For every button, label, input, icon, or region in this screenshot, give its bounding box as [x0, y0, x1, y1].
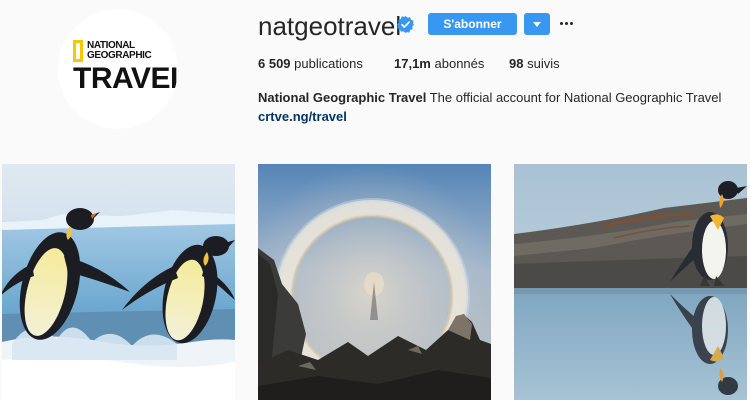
yellow-frame-icon	[73, 40, 83, 62]
suggestions-dropdown-button[interactable]	[524, 13, 550, 35]
logo-line-geographic: GEOGRAPHIC	[87, 50, 152, 61]
chevron-down-icon	[533, 22, 541, 27]
post-thumbnail-glory-halo[interactable]	[258, 164, 491, 400]
profile-description: The official account for National Geogra…	[429, 90, 722, 105]
more-options-button[interactable]	[560, 15, 574, 31]
following-label: suivis	[527, 56, 560, 71]
posts-label: publications	[294, 56, 363, 71]
post-thumbnail-penguins-jumping[interactable]	[2, 164, 235, 400]
follow-button[interactable]: S'abonner	[428, 13, 517, 35]
king-penguin-image	[514, 164, 747, 400]
nat-geo-travel-logo: NATIONAL GEOGRAPHIC TRAVEL	[73, 40, 178, 100]
profile-avatar[interactable]: NATIONAL GEOGRAPHIC TRAVEL	[58, 9, 178, 129]
posts-count: 6 509	[258, 56, 291, 71]
followers-label: abonnés	[434, 56, 485, 71]
profile-full-name: National Geographic Travel	[258, 90, 427, 105]
glory-halo-image	[258, 164, 491, 400]
posts-stat: 6 509 publications	[258, 56, 363, 72]
following-count: 98	[509, 56, 524, 71]
followers-count: 17,1m	[394, 56, 431, 71]
following-stat[interactable]: 98 suivis	[509, 56, 560, 72]
more-dots-icon	[560, 22, 563, 25]
profile-website-link[interactable]: crtve.ng/travel	[258, 109, 347, 125]
logo-line-travel: TRAVEL	[73, 62, 178, 95]
profile-bio: National Geographic Travel The official …	[258, 90, 721, 106]
profile-username: natgeotravel	[258, 11, 402, 41]
penguins-jumping-image	[2, 164, 235, 400]
followers-stat[interactable]: 17,1m abonnés	[394, 56, 484, 72]
verified-badge-icon	[397, 16, 414, 33]
post-thumbnail-king-penguin[interactable]	[514, 164, 747, 400]
